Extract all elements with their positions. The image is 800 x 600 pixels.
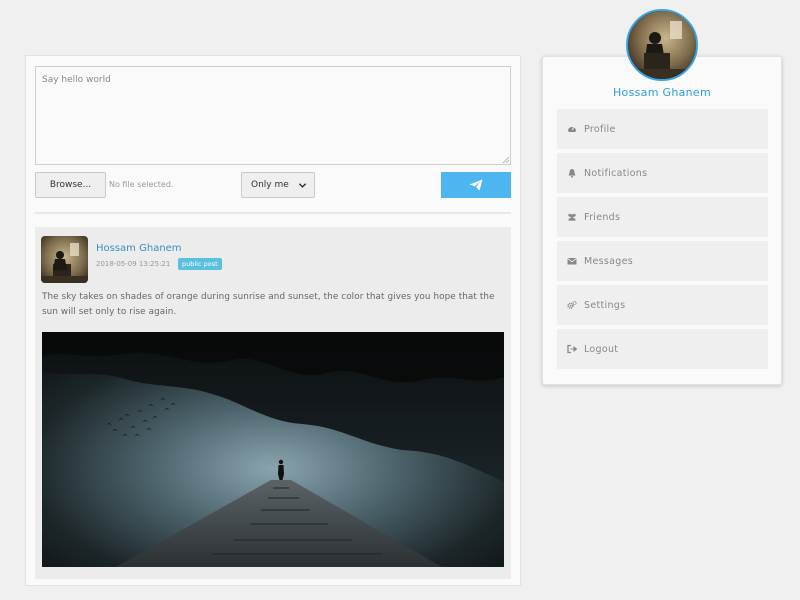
sidebar-item-notifications[interactable]: Notifications [557, 153, 768, 193]
sidebar-item-settings[interactable]: Settings [557, 285, 768, 325]
privacy-select[interactable]: Only me [241, 172, 315, 198]
chevron-down-icon [298, 183, 307, 188]
dashboard-icon [567, 124, 577, 134]
resize-grip-icon[interactable] [502, 156, 510, 164]
sidebar-item-logout[interactable]: Logout [557, 329, 768, 369]
sidebar-item-label: Friends [584, 211, 621, 223]
post-image[interactable] [42, 332, 504, 567]
file-status-text: No file selected. [109, 180, 174, 189]
post-timestamp: 2018-05-09 13:25:21 [96, 260, 171, 268]
browse-file-button[interactable]: Browse... [35, 172, 106, 198]
post-author-name[interactable]: Hossam Ghanem [96, 243, 182, 254]
send-post-button[interactable] [441, 172, 511, 198]
sidebar-item-label: Profile [584, 123, 616, 135]
sidebar-item-label: Settings [584, 299, 626, 311]
composer-divider [35, 212, 511, 214]
sidebar-item-profile[interactable]: Profile [557, 109, 768, 149]
sidebar-item-messages[interactable]: Messages [557, 241, 768, 281]
post-body-text: The sky takes on shades of orange during… [42, 292, 495, 317]
sidebar-item-label: Messages [584, 255, 633, 267]
profile-user-name[interactable]: Hossam Ghanem [542, 86, 782, 99]
sidebar-item-label: Notifications [584, 167, 648, 179]
envelope-icon [567, 256, 577, 266]
sign-out-icon [567, 344, 577, 354]
sidebar-item-label: Logout [584, 343, 619, 355]
bell-icon [567, 168, 577, 178]
privacy-select-value: Only me [251, 180, 289, 190]
profile-avatar[interactable] [626, 9, 698, 81]
sidebar-item-friends[interactable]: Friends [557, 197, 768, 237]
users-icon [567, 212, 577, 222]
paper-plane-icon [469, 179, 483, 191]
post-visibility-badge: public post [178, 258, 222, 270]
cogs-icon [567, 300, 577, 310]
post-author-avatar[interactable] [41, 236, 88, 283]
post-composer-input[interactable] [35, 66, 511, 165]
